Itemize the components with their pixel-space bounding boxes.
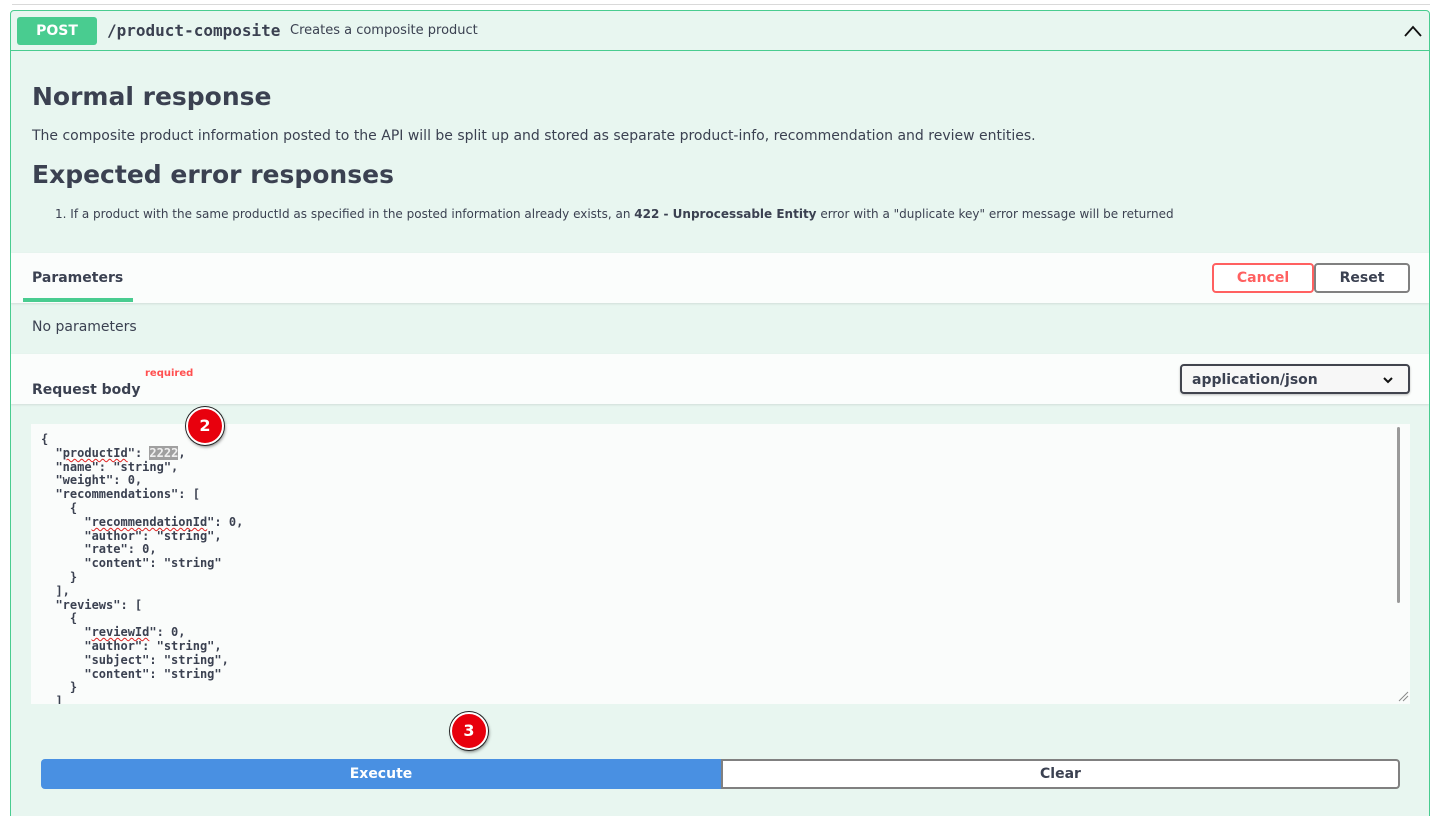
error-item-text-before: If a product with the same productId as … (70, 207, 635, 221)
request-body-json[interactable]: { "productId": 2222, "name": "string", "… (41, 432, 243, 704)
error-item-status: 422 - Unprocessable Entity (634, 207, 817, 221)
request-body-title: Request body (32, 382, 141, 398)
top-divider (12, 4, 1430, 5)
cancel-button[interactable]: Cancel (1212, 263, 1314, 293)
operation-summary-text: Creates a composite product (290, 23, 478, 38)
editor-scrollbar[interactable] (1397, 427, 1400, 603)
error-item-text-after: error with a "duplicate key" error messa… (816, 207, 1174, 221)
spellcheck-word: recommendationId (91, 514, 208, 529)
tab-parameters[interactable]: Parameters (23, 253, 133, 301)
resize-handle-icon[interactable] (1397, 690, 1409, 702)
content-type-value: application/json (1192, 372, 1318, 388)
error-responses-heading: Expected error responses (32, 160, 394, 189)
chevron-down-icon (1383, 377, 1393, 384)
tab-parameters-label: Parameters (32, 270, 124, 286)
step-marker-2: 2 (186, 407, 224, 445)
reset-button[interactable]: Reset (1314, 263, 1410, 293)
error-list-item: 1. If a product with the same productId … (55, 206, 1174, 222)
request-body-editor[interactable]: { "productId": 2222, "name": "string", "… (31, 424, 1410, 704)
tab-active-indicator (23, 298, 133, 302)
step-marker-3: 3 (450, 712, 488, 750)
normal-response-heading: Normal response (32, 82, 272, 111)
selected-text: 2222 (149, 445, 179, 460)
operation-summary[interactable]: POST /product-composite Creates a compos… (11, 11, 1429, 51)
method-badge: POST (17, 17, 97, 45)
operation-block-post: POST /product-composite Creates a compos… (10, 10, 1430, 816)
execute-button[interactable]: Execute (41, 759, 721, 789)
no-parameters-text: No parameters (32, 319, 137, 335)
request-body-header: Request body required application/json (11, 354, 1429, 404)
error-item-number: 1. (55, 207, 67, 221)
content-type-select[interactable]: application/json (1180, 364, 1410, 394)
operation-path: /product-composite (107, 21, 281, 40)
clear-button[interactable]: Clear (721, 759, 1400, 789)
normal-response-text: The composite product information posted… (32, 128, 1036, 144)
required-badge: required (145, 368, 194, 379)
spellcheck-word: reviewId (91, 625, 150, 640)
spellcheck-word: productId (62, 445, 128, 460)
chevron-up-icon[interactable] (1403, 23, 1423, 39)
parameters-header: Parameters Cancel Reset (11, 253, 1429, 303)
